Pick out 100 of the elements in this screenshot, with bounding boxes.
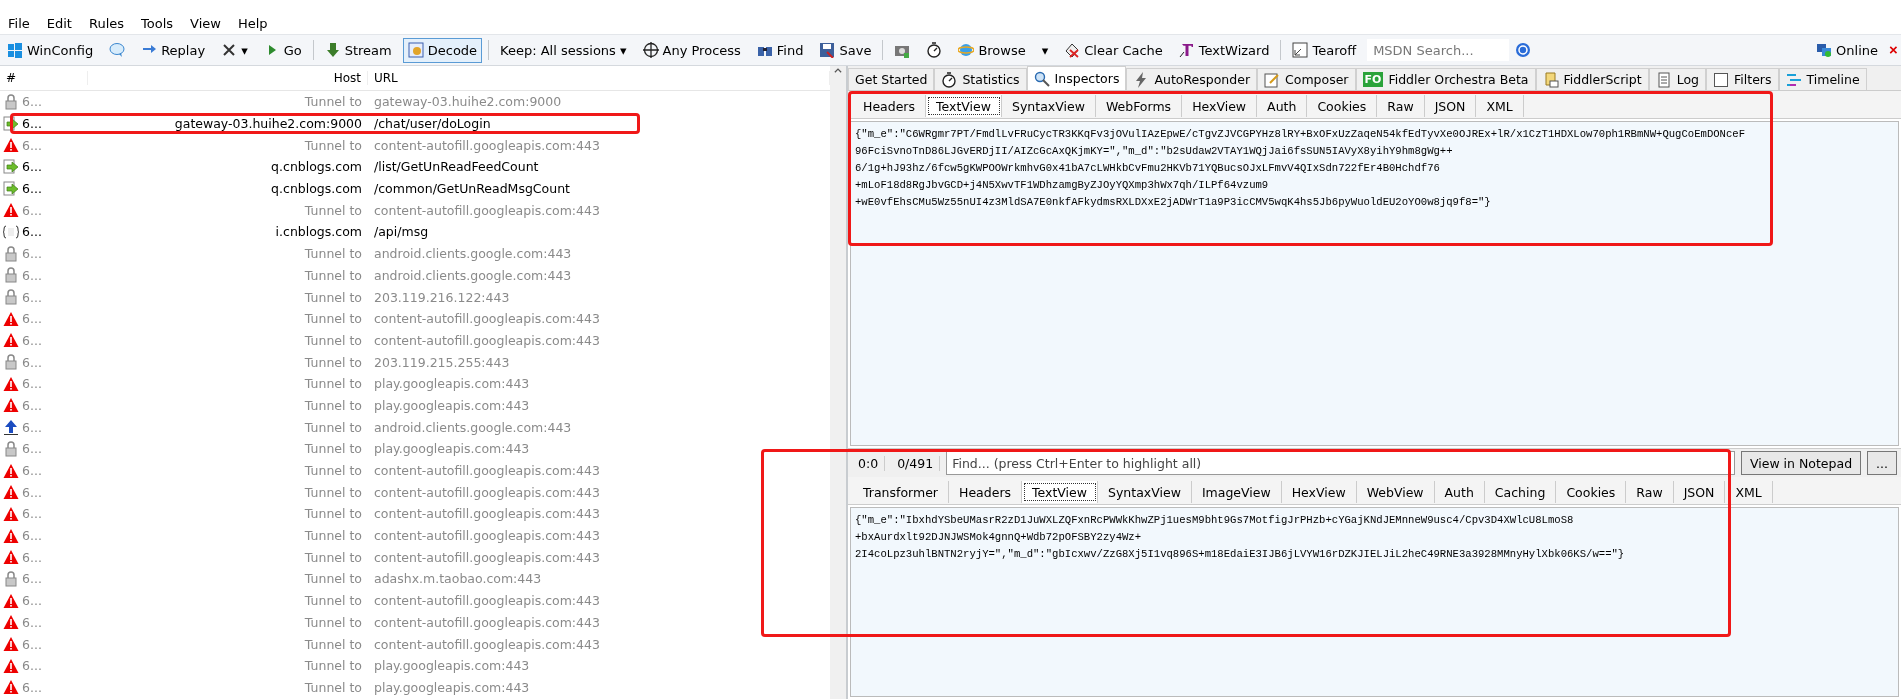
session-number: 6... [22,202,43,218]
close-icon [221,42,238,58]
stopwatch-icon [941,71,958,88]
host-cell-text: Tunnel to [303,246,363,262]
session-number: 6... [22,636,43,652]
inspector-tab[interactable]: WebView [1356,481,1435,504]
url-cell-text: gateway-03.huihe2.com:9000 [373,94,563,110]
inspector-tab[interactable]: JSON [1673,481,1726,504]
main-tab[interactable]: Log [1648,68,1706,90]
session-number: 6... [22,159,43,175]
main-tab[interactable]: FiddlerScript [1535,68,1649,90]
toolbar-button[interactable]: ▾ [216,37,253,63]
toolbar-button[interactable]: Online [1811,37,1883,63]
down-arrow-icon [324,42,341,58]
session-number: 6... [22,267,43,283]
upload-arrow-icon [3,419,19,436]
host-cell-text: Tunnel to [303,267,363,283]
main-tab[interactable]: Filters [1706,68,1779,90]
menu-item[interactable]: Edit [46,15,72,31]
session-number: 6... [22,571,43,587]
toolbar-button[interactable]: Save [814,37,877,63]
view-in-notepad-button[interactable]: View in Notepad [1740,451,1862,476]
inspector-tab[interactable]: XML [1725,481,1773,504]
toolbar-button[interactable]: ▾ [1036,37,1054,63]
toolbar-button[interactable]: Stream [319,37,397,63]
host-cell-text: Tunnel to [303,549,363,565]
more-button[interactable]: ... [1867,451,1897,476]
toolbar-button[interactable]: Decode [402,37,483,63]
inspector-tab[interactable]: TextView [1022,481,1098,504]
url-cell-text: content-autofill.googleapis.com:443 [373,506,601,522]
menu-item[interactable]: File [8,15,30,31]
toolbar-button[interactable]: Go [258,37,307,63]
inspector-tab[interactable]: SyntaxView [1002,95,1096,117]
warning-icon [3,202,19,219]
inspector-tab[interactable]: Raw [1377,95,1425,117]
find-field[interactable]: Find... (press Ctrl+Enter to highlight all) [946,451,1735,476]
url-cell-text: content-autofill.googleapis.com:443 [373,528,601,544]
toolbar-button[interactable]: WinConfig [2,37,99,63]
menu-item[interactable]: Help [237,15,268,31]
inspector-tab[interactable]: WebForms [1095,95,1183,117]
inspector-tab[interactable]: ImageView [1191,481,1282,504]
toolbar-button[interactable]: Any Process [637,37,746,63]
main-tab[interactable]: Get Started [848,68,935,90]
url-cell-text: /common/GetUnReadMsgCount [373,181,571,197]
inspector-tab[interactable]: Cookies [1307,95,1378,117]
toolbar-button[interactable]: Keep: All sessions ▾ [495,37,632,63]
toolbar-button[interactable]: Clear Cache [1059,37,1168,63]
session-number: 6... [22,224,43,240]
main-tab[interactable]: Timeline [1778,68,1867,90]
host-cell-text: gateway-03.huihe2.com:9000 [173,116,363,132]
main-tab[interactable]: FO Fiddler Orchestra Beta [1355,68,1536,90]
url-cell-text: content-autofill.googleapis.com:443 [373,311,601,327]
main-tab[interactable]: Inspectors [1026,66,1127,90]
cursor-position: 0:0 [852,455,886,471]
toolbar-button[interactable]: Browse [953,37,1031,63]
menu-item[interactable]: Tools [141,15,174,31]
inspector-tab[interactable]: Auth [1257,95,1308,117]
inspector-tab[interactable]: Cookies [1556,481,1627,504]
inspector-tab[interactable]: Caching [1484,481,1557,504]
inspector-tab[interactable]: Transformer [853,481,949,504]
column-header[interactable]: Host [88,71,368,85]
toolbar-button[interactable]: Replay [136,37,211,63]
main-tab[interactable]: AutoResponder [1126,68,1258,90]
host-cell-text: q.cnblogs.com [270,181,363,197]
inspector-tab[interactable]: SyntaxView [1098,481,1192,504]
host-cell-text: Tunnel to [303,679,363,695]
column-header[interactable]: # [0,71,88,85]
menu-item[interactable]: View [190,15,221,31]
toolbar-button[interactable]: Tearoff [1287,37,1362,63]
menu-item[interactable]: Rules [88,15,125,31]
inspector-tab[interactable]: JSON [1424,95,1477,117]
inspector-tab[interactable]: Auth [1434,481,1485,504]
host-cell-text: Tunnel to [303,419,363,435]
session-number: 6... [22,614,43,630]
main-tab[interactable]: Statistics [934,68,1027,90]
inspector-tab[interactable]: TextView [926,95,1002,117]
byte-count: 0/491 [891,455,941,471]
search-field[interactable]: MSDN Search... [1367,39,1510,61]
windows-icon [7,42,23,58]
warning-icon [3,549,19,566]
warning-icon [3,462,19,479]
warning-icon [3,137,19,154]
toolbar-button[interactable]: Find [751,37,809,63]
warning-icon [3,679,19,696]
url-cell-text: /chat/user/doLogin [373,116,492,132]
scrollbar[interactable] [830,66,846,699]
host-cell-text: Tunnel to [303,94,363,110]
main-tab[interactable]: Composer [1257,68,1356,90]
document-arrow-icon [3,115,19,132]
inspector-tab[interactable]: XML [1476,95,1524,117]
inspector-tab[interactable]: HexView [1182,95,1258,117]
url-cell-text: 203.119.215.255:443 [373,354,511,370]
url-cell-text: android.clients.google.com:443 [373,419,573,435]
toolbar-button[interactable]: TextWizard [1173,37,1275,63]
warning-icon [3,332,19,349]
inspector-tab[interactable]: HexView [1281,481,1357,504]
warning-icon [3,397,19,414]
warning-icon [3,505,19,522]
host-cell-text: Tunnel to [303,506,363,522]
inspector-tab[interactable]: Raw [1626,481,1674,504]
